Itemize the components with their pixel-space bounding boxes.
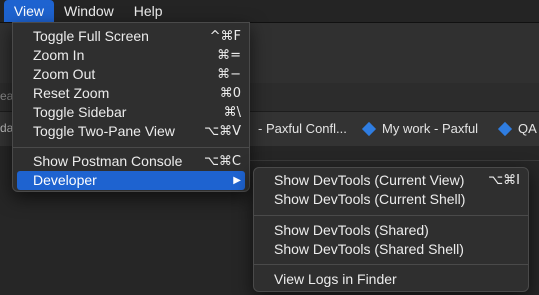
menu-item-shortcut: ⌥⌘V	[204, 124, 241, 139]
blue-diamond-icon	[497, 121, 513, 136]
menu-item-label: Developer	[33, 172, 97, 188]
menu-bar: t View Window Help	[0, 0, 539, 23]
menubar-item-window[interactable]: Window	[54, 0, 124, 22]
submenu-item-show-devtools-current-view[interactable]: Show DevTools (Current View) ⌥⌘I	[254, 171, 528, 190]
menu-item-label: View Logs in Finder	[274, 271, 397, 287]
bookmark-paxful-confluence[interactable]: - Paxful Confl...	[258, 121, 347, 136]
developer-submenu: Show DevTools (Current View) ⌥⌘I Show De…	[253, 167, 529, 292]
submenu-item-show-devtools-shared[interactable]: Show DevTools (Shared)	[254, 221, 528, 240]
menu-item-shortcut: ⌘=	[217, 48, 241, 63]
divider	[250, 160, 539, 161]
view-menu: Toggle Full Screen ^⌘F Zoom In ⌘= Zoom O…	[12, 22, 250, 192]
menu-item-toggle-sidebar[interactable]: Toggle Sidebar ⌘\	[13, 103, 249, 122]
submenu-item-show-devtools-current-shell[interactable]: Show DevTools (Current Shell)	[254, 190, 528, 209]
menu-item-label: Show DevTools (Shared)	[274, 222, 429, 238]
bookmark-qa[interactable]: QA	[497, 121, 537, 136]
menubar-item-help[interactable]: Help	[124, 0, 173, 22]
menu-item-reset-zoom[interactable]: Reset Zoom ⌘0	[13, 84, 249, 103]
submenu-item-view-logs-in-finder[interactable]: View Logs in Finder	[254, 270, 528, 289]
menu-item-toggle-two-pane-view[interactable]: Toggle Two-Pane View ⌥⌘V	[13, 122, 249, 141]
menu-item-shortcut: ⌘\	[223, 105, 241, 120]
menu-item-developer[interactable]: Developer ▶	[17, 171, 245, 190]
submenu-item-show-devtools-shared-shell[interactable]: Show DevTools (Shared Shell)	[254, 240, 528, 259]
bookmark-label: My work - Paxful	[382, 121, 479, 136]
menu-item-zoom-in[interactable]: Zoom In ⌘=	[13, 46, 249, 65]
menu-item-toggle-full-screen[interactable]: Toggle Full Screen ^⌘F	[13, 27, 249, 46]
menu-item-shortcut: ^⌘F	[209, 29, 241, 44]
bookmark-label: QA	[518, 121, 537, 136]
menu-item-label: Show DevTools (Current Shell)	[274, 191, 466, 207]
blue-diamond-icon	[361, 121, 377, 136]
menu-item-label: Toggle Sidebar	[33, 104, 127, 120]
bookmark-label: - Paxful Confl...	[258, 121, 347, 136]
menu-item-label: Show DevTools (Current View)	[274, 172, 465, 188]
menu-item-label: Toggle Full Screen	[33, 28, 149, 44]
menu-separator	[254, 264, 528, 265]
submenu-arrow-icon: ▶	[233, 175, 241, 186]
menu-item-label: Show DevTools (Shared Shell)	[274, 241, 464, 257]
menu-item-shortcut: ⌥⌘C	[203, 154, 241, 169]
menu-separator	[13, 147, 249, 148]
menu-separator	[254, 215, 528, 216]
menu-item-shortcut: ⌘0	[219, 86, 241, 101]
menu-item-label: Zoom Out	[33, 66, 96, 82]
menu-item-show-postman-console[interactable]: Show Postman Console ⌥⌘C	[13, 152, 249, 171]
menu-item-label: Zoom In	[33, 47, 85, 63]
bookmark-my-work-paxful[interactable]: My work - Paxful	[361, 121, 479, 136]
menubar-item-view[interactable]: View	[3, 0, 54, 22]
menu-item-label: Reset Zoom	[33, 85, 110, 101]
menu-item-label: Show Postman Console	[33, 153, 183, 169]
menu-item-label: Toggle Two-Pane View	[33, 123, 175, 139]
menu-item-zoom-out[interactable]: Zoom Out ⌘−	[13, 65, 249, 84]
menu-item-shortcut: ⌥⌘I	[488, 173, 520, 188]
menu-item-shortcut: ⌘−	[217, 67, 241, 82]
